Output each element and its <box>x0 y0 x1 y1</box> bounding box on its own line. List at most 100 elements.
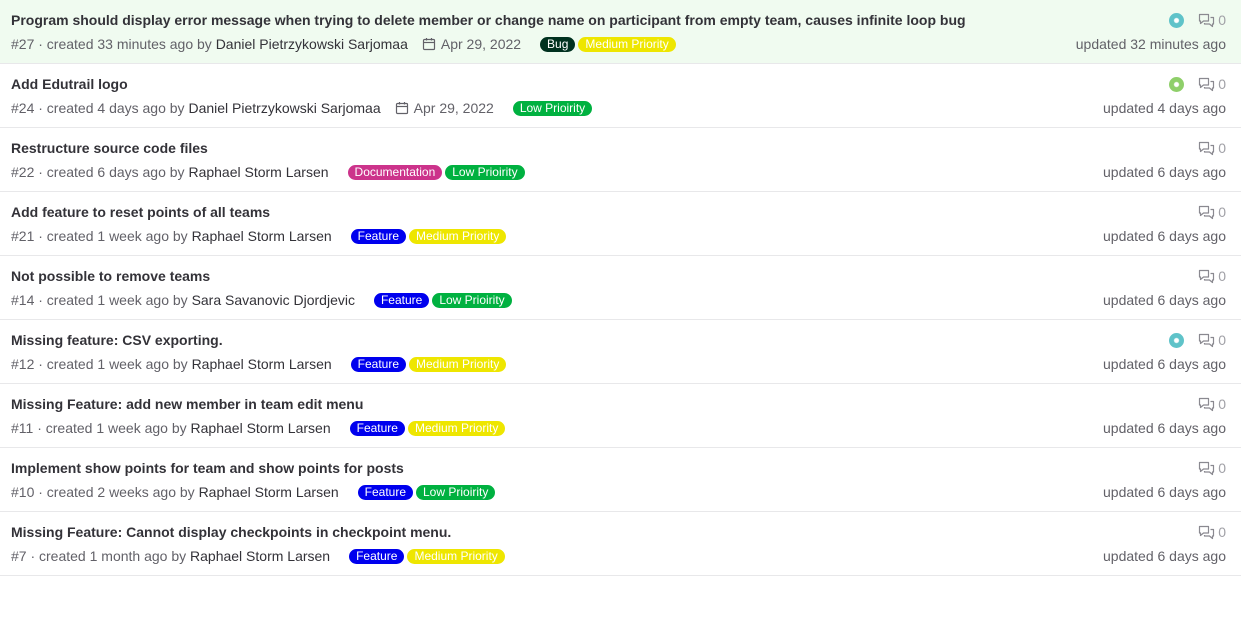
issue-author[interactable]: Raphael Storm Larsen <box>191 420 331 436</box>
issue-meta: #22 · created 6 days ago by Raphael Stor… <box>11 164 525 180</box>
issue-row[interactable]: Add Edutrail logo #24 · created 4 days a… <box>0 64 1241 128</box>
issue-author[interactable]: Daniel Pietrzykowski Sarjomaa <box>216 36 408 52</box>
due-date: Apr 29, 2022 <box>395 100 494 116</box>
issue-row[interactable]: Missing feature: CSV exporting. #12 · cr… <box>0 320 1241 384</box>
issue-meta: #11 · created 1 week ago by Raphael Stor… <box>11 420 506 436</box>
label-medium-priority[interactable]: Medium Priority <box>409 228 507 244</box>
assignee-avatar[interactable] <box>1169 12 1185 28</box>
issue-updated: updated 6 days ago <box>1103 292 1226 308</box>
issue-author[interactable]: Raphael Storm Larsen <box>190 548 330 564</box>
comments-count[interactable]: 0 <box>1198 268 1226 284</box>
label-feature[interactable]: Feature <box>350 356 406 372</box>
issue-row[interactable]: Implement show points for team and show … <box>0 448 1241 512</box>
issue-row[interactable]: Not possible to remove teams #14 · creat… <box>0 256 1241 320</box>
label-low-prioirity[interactable]: Low Prioirity <box>512 100 593 116</box>
issue-updated: updated 6 days ago <box>1103 484 1226 500</box>
comments-count[interactable]: 0 <box>1198 332 1226 348</box>
issue-meta: #24 · created 4 days ago by Daniel Pietr… <box>11 100 593 116</box>
issue-title[interactable]: Missing feature: CSV exporting. <box>11 332 223 348</box>
issue-title[interactable]: Add feature to reset points of all teams <box>11 204 270 220</box>
comments-count[interactable]: 0 <box>1198 140 1226 156</box>
issue-title[interactable]: Program should display error message whe… <box>11 12 966 28</box>
label-medium-priority[interactable]: Medium Priority <box>409 356 507 372</box>
issue-indicators: 0 <box>1198 204 1226 220</box>
issue-author[interactable]: Raphael Storm Larsen <box>192 356 332 372</box>
issue-row[interactable]: Restructure source code files #22 · crea… <box>0 128 1241 192</box>
comments-count[interactable]: 0 <box>1198 76 1226 92</box>
comments-count-text: 0 <box>1218 204 1226 220</box>
issue-indicators: 0 <box>1169 332 1226 348</box>
issue-indicators: 0 <box>1198 396 1226 412</box>
issue-title[interactable]: Missing Feature: add new member in team … <box>11 396 363 412</box>
issue-meta: #27 · created 33 minutes ago by Daniel P… <box>11 36 676 52</box>
comments-icon <box>1199 269 1215 283</box>
issue-author[interactable]: Raphael Storm Larsen <box>188 164 328 180</box>
comments-icon <box>1199 205 1215 219</box>
issue-updated: updated 6 days ago <box>1103 164 1226 180</box>
label-low-prioirity[interactable]: Low Prioirity <box>445 164 525 180</box>
comments-count-text: 0 <box>1218 140 1226 156</box>
comments-count[interactable]: 0 <box>1198 524 1226 540</box>
due-date-text: Apr 29, 2022 <box>413 100 494 116</box>
issue-title[interactable]: Add Edutrail logo <box>11 76 128 92</box>
label-feature[interactable]: Feature <box>349 548 405 564</box>
comments-count-text: 0 <box>1218 76 1226 92</box>
label-feature[interactable]: Feature <box>350 228 406 244</box>
comments-count[interactable]: 0 <box>1198 204 1226 220</box>
issue-indicators: 0 <box>1198 140 1226 156</box>
issue-author[interactable]: Daniel Pietrzykowski Sarjomaa <box>188 100 380 116</box>
label-low-prioirity[interactable]: Low Prioirity <box>416 484 496 500</box>
issue-number: #11 <box>11 420 34 436</box>
issue-row[interactable]: Program should display error message whe… <box>0 0 1241 64</box>
issue-title[interactable]: Implement show points for team and show … <box>11 460 404 476</box>
assignee-avatar[interactable] <box>1169 76 1185 92</box>
issue-labels: Feature Medium Priority <box>350 228 507 244</box>
issue-labels: Feature Medium Priority <box>349 548 505 564</box>
label-feature[interactable]: Feature <box>373 292 430 308</box>
issue-row[interactable]: Missing Feature: Cannot display checkpoi… <box>0 512 1241 576</box>
issue-created: · created 1 month ago by <box>30 548 187 564</box>
issue-row[interactable]: Add feature to reset points of all teams… <box>0 192 1241 256</box>
issue-created: · created 1 week ago by <box>37 420 187 436</box>
issue-updated: updated 6 days ago <box>1103 228 1226 244</box>
comments-count[interactable]: 0 <box>1198 396 1226 412</box>
issue-title[interactable]: Restructure source code files <box>11 140 208 156</box>
issue-indicators: 0 <box>1169 76 1226 92</box>
comments-count-text: 0 <box>1218 396 1226 412</box>
issue-author[interactable]: Raphael Storm Larsen <box>199 484 339 500</box>
issue-updated: updated 6 days ago <box>1103 420 1226 436</box>
issue-indicators: 0 <box>1198 268 1226 284</box>
due-date: Apr 29, 2022 <box>422 36 521 52</box>
issue-created: · created 33 minutes ago by <box>38 36 212 52</box>
comments-icon <box>1199 141 1215 155</box>
issue-indicators: 0 <box>1198 460 1226 476</box>
label-feature[interactable]: Feature <box>349 420 405 436</box>
label-bug[interactable]: Bug <box>540 36 576 52</box>
issue-indicators: 0 <box>1169 12 1226 28</box>
issue-created: · created 6 days ago by <box>38 164 185 180</box>
label-documentation[interactable]: Documentation <box>347 164 443 180</box>
issue-title[interactable]: Not possible to remove teams <box>11 268 210 284</box>
comments-icon <box>1199 13 1215 27</box>
issue-number: #14 <box>11 292 35 308</box>
issue-author[interactable]: Raphael Storm Larsen <box>192 228 332 244</box>
issue-labels: Feature Medium Priority <box>350 356 507 372</box>
label-medium-priority[interactable]: Medium Priority <box>407 548 505 564</box>
issue-row[interactable]: Missing Feature: add new member in team … <box>0 384 1241 448</box>
assignee-avatar[interactable] <box>1169 332 1185 348</box>
label-low-prioirity[interactable]: Low Prioirity <box>432 292 512 308</box>
issue-number: #24 <box>11 100 35 116</box>
issue-title[interactable]: Missing Feature: Cannot display checkpoi… <box>11 524 451 540</box>
label-medium-priority[interactable]: Medium Priority <box>407 420 506 436</box>
issue-list: Program should display error message whe… <box>0 0 1241 576</box>
comments-count[interactable]: 0 <box>1198 12 1226 28</box>
issue-meta: #21 · created 1 week ago by Raphael Stor… <box>11 228 507 244</box>
issue-author[interactable]: Sara Savanovic Djordjevic <box>192 292 355 308</box>
label-medium-priority[interactable]: Medium Priority <box>578 36 676 52</box>
comments-count[interactable]: 0 <box>1198 460 1226 476</box>
calendar-icon <box>395 102 408 115</box>
label-feature[interactable]: Feature <box>357 484 413 500</box>
comments-count-text: 0 <box>1218 332 1226 348</box>
comments-icon <box>1199 77 1215 91</box>
comments-icon <box>1199 333 1215 347</box>
